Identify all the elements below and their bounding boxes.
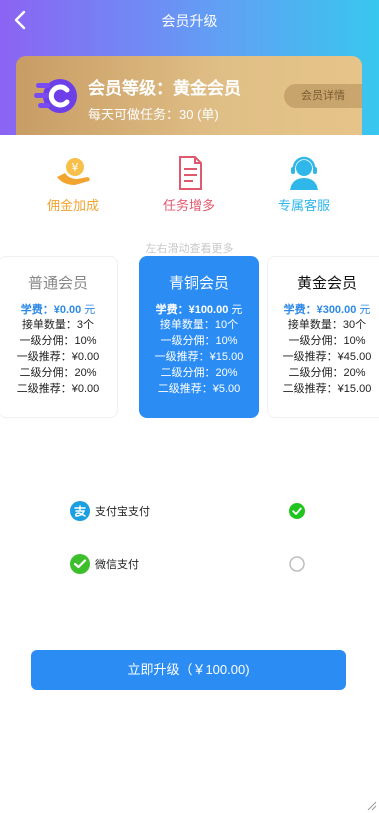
content-panel xyxy=(0,135,379,813)
plan-detail: 二级分佣：20% xyxy=(19,367,97,379)
plan-carousel[interactable]: 普通会员 学费：¥0.00 元 接单数量：3个 一级分佣：10% 一级推荐：¥0… xyxy=(0,256,379,418)
commission-icon: ¥ xyxy=(57,158,90,185)
plan-detail: 接单数量：30个 xyxy=(287,319,367,331)
resize-grip-icon xyxy=(367,801,377,811)
plan-detail: 接单数量：10个 xyxy=(159,319,239,331)
plan-detail: 接单数量：3个 xyxy=(21,319,95,331)
plan-name: 普通会员 xyxy=(27,275,88,292)
customer-service-icon xyxy=(290,156,318,190)
plan-detail: 一级分佣：10% xyxy=(288,335,366,347)
task-document-icon xyxy=(179,156,202,190)
plan-detail: 一级推荐：¥45.00 xyxy=(282,351,372,363)
plan-detail: 二级分佣：20% xyxy=(160,367,238,379)
feature-label: 佣金加成 xyxy=(46,198,99,213)
alipay-icon xyxy=(70,501,90,521)
plan-detail: 二级推荐：¥15.00 xyxy=(282,383,372,395)
member-logo-icon xyxy=(34,79,77,113)
plan-card-gold[interactable]: 黄金会员 学费：¥300.00 元 接单数量：30个 一级分佣：10% 一级推荐… xyxy=(267,256,379,418)
radio-checked-icon[interactable] xyxy=(289,503,305,519)
plan-detail: 一级分佣：10% xyxy=(160,335,238,347)
plan-name: 黄金会员 xyxy=(296,275,357,292)
daily-tasks: 每天可做任务：30 (单) xyxy=(88,107,219,122)
plan-fee: 学费：¥0.00 元 xyxy=(20,304,96,316)
feature-tasks: 任务增多 xyxy=(139,155,239,214)
feature-service: 专属客服 xyxy=(254,155,354,214)
plan-detail: 二级分佣：20% xyxy=(288,367,366,379)
plan-fee: 学费：¥100.00 元 xyxy=(155,304,243,316)
member-detail-button[interactable]: 会员详情 xyxy=(284,84,362,108)
radio-unchecked-icon[interactable] xyxy=(289,556,305,572)
feature-label: 专属客服 xyxy=(277,198,330,213)
plan-name: 青铜会员 xyxy=(168,275,229,292)
membership-card: 会员等级：黄金会员 每天可做任务：30 (单) 会员详情 xyxy=(16,56,362,146)
plan-detail: 二级推荐：¥0.00 xyxy=(16,383,100,395)
feature-commission: ¥ 佣金加成 xyxy=(23,155,123,214)
plan-card-bronze[interactable]: 青铜会员 学费：¥100.00 元 接单数量：10个 一级分佣：10% 一级推荐… xyxy=(139,256,259,418)
page-title: 会员升级 xyxy=(161,14,218,30)
wechat-pay-icon xyxy=(70,554,90,574)
payment-label: 微信支付 xyxy=(95,559,139,571)
svg-text:¥: ¥ xyxy=(72,161,79,174)
upgrade-button[interactable]: 立即升级（￥100.00) xyxy=(31,650,346,690)
plan-detail: 一级推荐：¥0.00 xyxy=(16,351,100,363)
feature-label: 任务增多 xyxy=(162,198,215,213)
plan-detail: 一级推荐：¥15.00 xyxy=(154,351,244,363)
plan-detail: 二级推荐：¥5.00 xyxy=(157,383,241,395)
plan-detail: 一级分佣：10% xyxy=(19,335,97,347)
payment-option-alipay[interactable]: 支付宝支付 xyxy=(70,496,310,526)
plan-fee: 学费：¥300.00 元 xyxy=(283,304,371,316)
payment-label: 支付宝支付 xyxy=(95,506,150,518)
swipe-hint: 左右滑动查看更多 xyxy=(145,243,234,255)
payment-option-wechat[interactable]: 微信支付 xyxy=(70,549,310,579)
plan-card-normal[interactable]: 普通会员 学费：¥0.00 元 接单数量：3个 一级分佣：10% 一级推荐：¥0… xyxy=(0,256,118,418)
member-level: 会员等级：黄金会员 xyxy=(88,79,241,98)
